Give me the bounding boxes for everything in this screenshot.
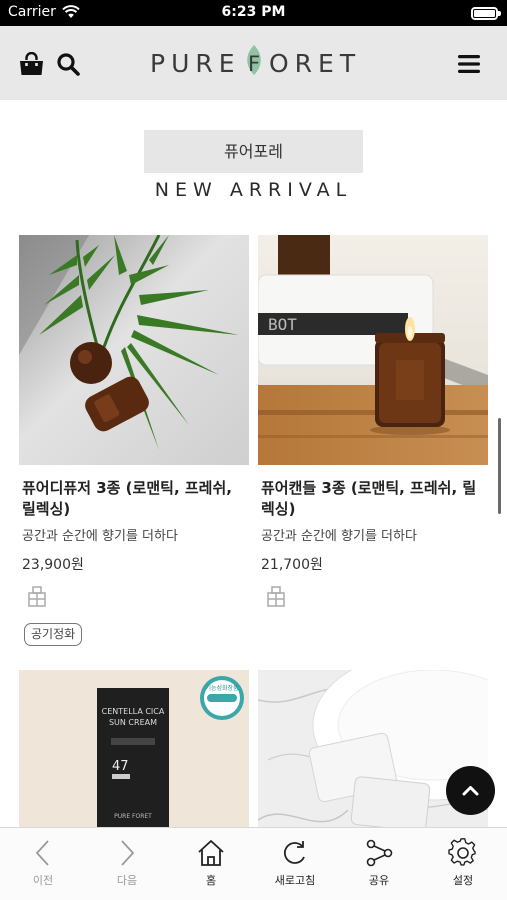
app-header: PURE F ORET bbox=[0, 26, 507, 100]
product-description: 공간과 순간에 향기를 더하다 bbox=[22, 529, 178, 544]
search-icon[interactable] bbox=[56, 52, 80, 76]
logo-text-left: PURE bbox=[150, 49, 241, 78]
forward-label: 다음 bbox=[116, 874, 138, 887]
product-description: 공간과 순간에 향기를 더하다 bbox=[261, 529, 417, 544]
home-icon bbox=[198, 840, 224, 866]
chevron-left-icon bbox=[35, 840, 49, 866]
chevron-right-icon bbox=[121, 840, 135, 866]
svg-text:PURE FORET: PURE FORET bbox=[114, 813, 152, 820]
share-button[interactable]: 공유 bbox=[337, 828, 421, 900]
settings-button[interactable]: 설정 bbox=[421, 828, 505, 900]
leaf-logo-icon: F bbox=[247, 45, 261, 76]
brand-logo[interactable]: PURE F ORET bbox=[150, 45, 362, 80]
brand-category-label[interactable]: 퓨어포레 bbox=[144, 130, 363, 173]
product-title[interactable]: 퓨어디퓨저 3종 (로맨틱, 프레쉬, 릴렉싱) bbox=[22, 478, 248, 520]
share-icon bbox=[366, 839, 393, 867]
refresh-button[interactable]: 새로고침 bbox=[253, 828, 337, 900]
product-price: 23,900원 bbox=[22, 557, 84, 573]
scroll-to-top-button[interactable] bbox=[446, 766, 495, 815]
product-image[interactable] bbox=[19, 235, 249, 465]
settings-label: 설정 bbox=[452, 874, 474, 887]
svg-text:CENTELLA CICA: CENTELLA CICA bbox=[102, 707, 165, 716]
gear-icon bbox=[448, 838, 476, 866]
back-button[interactable]: 이전 bbox=[1, 828, 85, 900]
status-bar: Carrier 6:23 PM bbox=[0, 0, 507, 26]
clock: 6:23 PM bbox=[221, 4, 286, 20]
product-title[interactable]: 퓨어캔들 3종 (로맨틱, 프레쉬, 릴렉싱) bbox=[261, 478, 487, 520]
refresh-icon bbox=[283, 841, 305, 864]
battery-icon bbox=[471, 7, 501, 20]
product-card[interactable]: CENTELLA CICA SUN CREAM 47 PURE FORET 기능… bbox=[19, 670, 249, 827]
svg-text:BOT: BOT bbox=[268, 315, 297, 334]
home-label: 홈 bbox=[205, 874, 217, 887]
svg-text:47: 47 bbox=[112, 759, 129, 774]
home-button[interactable]: 홈 bbox=[169, 828, 253, 900]
product-tag[interactable]: 공기정화 bbox=[24, 623, 83, 646]
svg-text:SUN CREAM: SUN CREAM bbox=[109, 718, 157, 727]
back-label: 이전 bbox=[32, 874, 54, 887]
share-label: 공유 bbox=[368, 874, 390, 887]
svg-text:기능성화장품: 기능성화장품 bbox=[205, 684, 239, 692]
forward-button[interactable]: 다음 bbox=[85, 828, 169, 900]
product-image[interactable]: CENTELLA CICA SUN CREAM 47 PURE FORET 기능… bbox=[19, 670, 249, 827]
shopping-bag-icon[interactable] bbox=[18, 52, 45, 76]
hamburger-menu-icon[interactable] bbox=[458, 55, 480, 73]
bottom-toolbar: 이전 다음 홈 새로고침 공유 설정 bbox=[0, 827, 507, 900]
scrollbar[interactable] bbox=[498, 418, 501, 514]
refresh-label: 새로고침 bbox=[274, 874, 316, 887]
product-image[interactable]: BOT bbox=[258, 235, 488, 465]
product-price: 21,700원 bbox=[261, 557, 323, 573]
gift-box-icon[interactable] bbox=[266, 586, 286, 607]
logo-text-right: ORET bbox=[269, 49, 362, 78]
gift-box-icon[interactable] bbox=[27, 586, 47, 607]
section-heading: NEW ARRIVAL bbox=[154, 179, 353, 201]
svg-text:F: F bbox=[248, 52, 260, 76]
chevron-up-icon bbox=[462, 786, 479, 796]
